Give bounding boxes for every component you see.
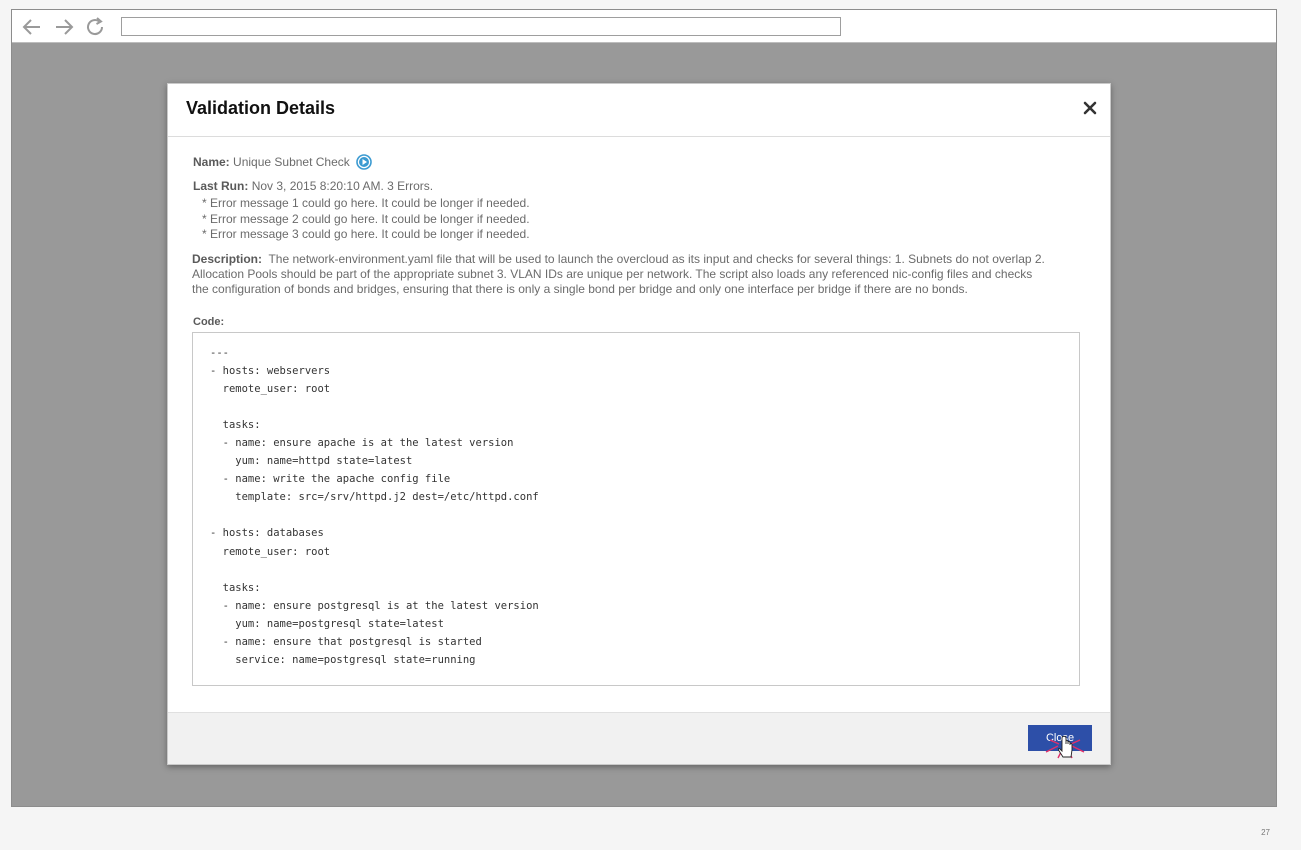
dialog-header: Validation Details — [168, 84, 1110, 137]
arrow-right-icon[interactable] — [52, 16, 76, 38]
play-circle-icon[interactable] — [355, 154, 372, 170]
dialog-title: Validation Details — [186, 98, 336, 118]
code-label: Code: — [193, 316, 225, 328]
validation-name: Unique Subnet Check — [233, 155, 350, 169]
error-message: * Error message 1 could go here. It coul… — [202, 196, 530, 210]
address-bar[interactable] — [121, 17, 841, 36]
validation-details-dialog: Validation Details Name: Unique Subnet C… — [167, 83, 1111, 765]
last-run-row: Last Run: Nov 3, 2015 8:20:10 AM. 3 Erro… — [193, 179, 433, 193]
page-number: 27 — [1261, 828, 1270, 837]
description: Description: The network-environment.yam… — [192, 252, 1047, 296]
browser-toolbar — [12, 10, 1276, 43]
error-list: * Error message 1 could go here. It coul… — [202, 196, 530, 243]
last-run-label: Last Run: — [193, 179, 249, 193]
dialog-footer: Close — [168, 712, 1110, 764]
reload-icon[interactable] — [84, 16, 108, 38]
description-label: Description: — [192, 252, 263, 266]
close-x-icon[interactable] — [1082, 100, 1098, 116]
name-label: Name: — [193, 155, 230, 169]
code-content: --- - hosts: webservers remote_user: roo… — [210, 347, 539, 666]
description-text: The network-environment.yaml file that w… — [192, 252, 1045, 296]
arrow-left-icon[interactable] — [20, 16, 44, 38]
browser-window: Validation Details Name: Unique Subnet C… — [11, 9, 1277, 807]
close-button[interactable]: Close — [1028, 725, 1092, 751]
error-message: * Error message 3 could go here. It coul… — [202, 227, 530, 241]
name-row: Name: Unique Subnet Check — [193, 154, 372, 170]
last-run-value: Nov 3, 2015 8:20:10 AM. 3 Errors. — [251, 179, 434, 193]
code-block: --- - hosts: webservers remote_user: roo… — [192, 332, 1080, 686]
error-message: * Error message 2 could go here. It coul… — [202, 211, 530, 226]
